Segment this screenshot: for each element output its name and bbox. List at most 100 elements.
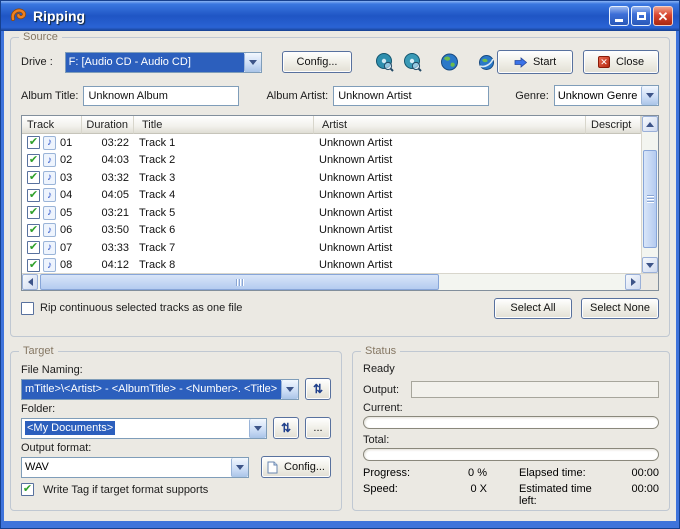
track-duration: 03:22: [82, 137, 134, 149]
rip-continuous-checkbox[interactable]: [21, 302, 34, 315]
horizontal-scroll-thumb[interactable]: [40, 274, 439, 290]
folder-browse-button[interactable]: ...: [305, 417, 331, 439]
track-title: Track 1: [134, 137, 314, 149]
close-window-button[interactable]: ✕: [653, 6, 673, 26]
minimize-icon: [615, 19, 623, 22]
music-note-icon: ♪: [43, 188, 56, 202]
track-row[interactable]: ✔♪0804:12Track 8Unknown Artist: [22, 257, 641, 275]
track-checkbox[interactable]: ✔: [27, 241, 40, 254]
scroll-right-button[interactable]: [625, 274, 641, 290]
write-tag-checkbox[interactable]: ✔: [21, 483, 34, 496]
speed-value: 0 X: [435, 483, 487, 507]
file-naming-combobox[interactable]: mTitle>\<Artist> - <AlbumTitle> - <Numbe…: [21, 379, 299, 400]
drive-dropdown-button[interactable]: [244, 53, 261, 72]
cd-lookup-icon[interactable]: [374, 52, 395, 73]
track-row[interactable]: ✔♪0503:21Track 5Unknown Artist: [22, 204, 641, 222]
file-naming-label: File Naming:: [21, 364, 331, 376]
file-naming-dropdown-button[interactable]: [281, 380, 298, 399]
track-checkbox[interactable]: ✔: [27, 224, 40, 237]
source-group-label: Source: [19, 31, 62, 43]
scroll-up-button[interactable]: [642, 116, 658, 132]
track-row[interactable]: ✔♪0703:33Track 7Unknown Artist: [22, 239, 641, 257]
track-table-header: Track Duration Title Artist Descript: [22, 116, 641, 134]
window-title: Ripping: [33, 8, 609, 24]
track-checkbox[interactable]: ✔: [27, 171, 40, 184]
column-header-title[interactable]: Title: [134, 116, 314, 134]
close-button[interactable]: ✕ Close: [583, 50, 659, 74]
start-button[interactable]: Start: [497, 50, 573, 74]
horizontal-scrollbar[interactable]: [22, 274, 641, 290]
file-naming-refresh-button[interactable]: ⇅: [305, 378, 331, 400]
music-note-icon: ♪: [43, 258, 56, 272]
track-row[interactable]: ✔♪0204:03Track 2Unknown Artist: [22, 152, 641, 170]
source-group: Source Drive : F: [Audio CD - Audio CD] …: [10, 37, 670, 337]
track-checkbox[interactable]: ✔: [27, 206, 40, 219]
track-row[interactable]: ✔♪0103:22Track 1Unknown Artist: [22, 134, 641, 152]
music-note-icon: ♪: [43, 153, 56, 167]
genre-combobox[interactable]: Unknown Genre: [554, 85, 659, 106]
folder-refresh-button[interactable]: ⇅: [273, 417, 299, 439]
globe-icon[interactable]: [439, 52, 460, 73]
vertical-scroll-thumb[interactable]: [643, 150, 657, 248]
genre-dropdown-button[interactable]: [641, 86, 658, 105]
swap-arrows-icon: ⇅: [281, 421, 291, 435]
swap-arrows-icon: ⇅: [313, 382, 323, 396]
track-row[interactable]: ✔♪0603:50Track 6Unknown Artist: [22, 222, 641, 240]
track-row[interactable]: ✔♪0404:05Track 4Unknown Artist: [22, 187, 641, 205]
output-format-dropdown-button[interactable]: [231, 458, 248, 477]
scroll-down-button[interactable]: [642, 257, 658, 273]
album-title-input[interactable]: Unknown Album: [83, 86, 239, 106]
track-title: Track 5: [134, 207, 314, 219]
track-checkbox[interactable]: ✔: [27, 189, 40, 202]
chevron-down-icon: [646, 93, 654, 98]
track-rows: ✔♪0103:22Track 1Unknown Artist✔♪0204:03T…: [22, 134, 641, 274]
output-format-combobox[interactable]: WAV: [21, 457, 249, 478]
scrollbar-corner: [641, 274, 658, 290]
drive-combobox[interactable]: F: [Audio CD - Audio CD]: [65, 52, 262, 73]
vertical-scrollbar[interactable]: [641, 116, 658, 273]
drive-value: F: [Audio CD - Audio CD]: [66, 53, 244, 72]
track-number: 01: [60, 137, 72, 149]
track-row[interactable]: ✔♪0303:32Track 3Unknown Artist: [22, 169, 641, 187]
cd-lookup-alt-icon[interactable]: [402, 52, 423, 73]
minimize-button[interactable]: [609, 6, 629, 26]
column-header-description[interactable]: Descript: [586, 116, 641, 134]
music-note-icon: ♪: [43, 223, 56, 237]
album-title-value: Unknown Album: [88, 90, 168, 102]
track-number: 02: [60, 154, 72, 166]
format-config-button[interactable]: Config...: [261, 456, 331, 478]
folder-value-wrap: <My Documents>: [22, 419, 249, 438]
track-title: Track 6: [134, 224, 314, 236]
target-group-label: Target: [19, 345, 58, 357]
track-number: 06: [60, 224, 72, 236]
track-cell: ✔♪ 02: [22, 153, 82, 167]
album-artist-value: Unknown Artist: [338, 90, 411, 102]
globe-submit-icon[interactable]: [476, 52, 497, 73]
music-note-icon: ♪: [43, 206, 56, 220]
track-artist: Unknown Artist: [314, 137, 586, 149]
status-group: Status Ready Output: Current: Total: Pro…: [352, 351, 670, 511]
track-checkbox[interactable]: ✔: [27, 154, 40, 167]
target-group: Target File Naming: mTitle>\<Artist> - <…: [10, 351, 342, 511]
track-artist: Unknown Artist: [314, 259, 586, 271]
elapsed-value: 00:00: [611, 467, 659, 479]
scroll-left-button[interactable]: [22, 274, 38, 290]
track-cell: ✔♪05: [22, 206, 82, 220]
folder-dropdown-button[interactable]: [249, 419, 266, 438]
column-header-track[interactable]: Track: [22, 116, 82, 134]
track-checkbox[interactable]: ✔: [27, 136, 40, 149]
genre-label: Genre:: [515, 90, 549, 102]
track-title: Track 4: [134, 189, 314, 201]
folder-combobox[interactable]: <My Documents>: [21, 418, 267, 439]
column-header-artist[interactable]: Artist: [314, 116, 586, 134]
select-all-button[interactable]: Select All: [494, 298, 572, 319]
column-header-duration[interactable]: Duration: [82, 116, 134, 134]
album-artist-input[interactable]: Unknown Artist: [333, 86, 489, 106]
titlebar[interactable]: Ripping ✕: [1, 1, 679, 31]
remaining-value: 00:00: [611, 483, 659, 507]
drive-config-button[interactable]: Config...: [282, 51, 352, 73]
select-none-button[interactable]: Select None: [581, 298, 659, 319]
status-group-label: Status: [361, 345, 400, 357]
maximize-button[interactable]: [631, 6, 651, 26]
track-checkbox[interactable]: ✔: [27, 259, 40, 272]
